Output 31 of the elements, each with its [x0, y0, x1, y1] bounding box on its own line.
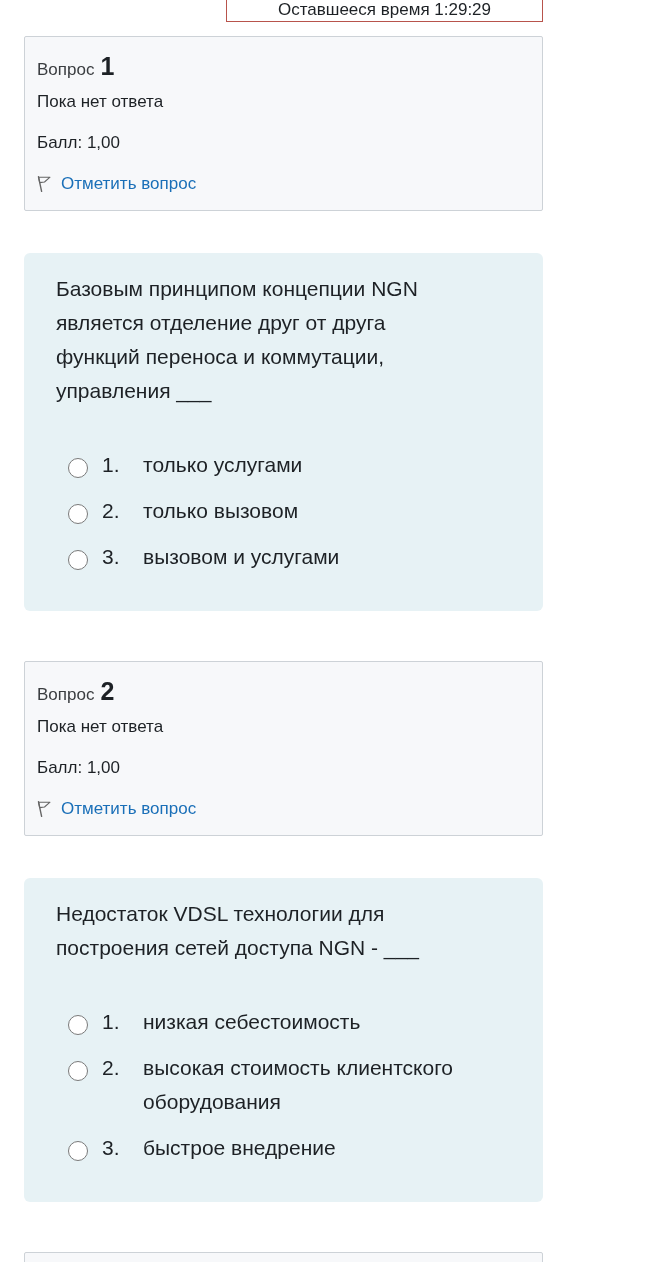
flag-question-link[interactable]: Отметить вопрос [37, 797, 197, 821]
radio-button[interactable] [68, 458, 88, 478]
answer-status: Пока нет ответа [37, 92, 164, 111]
answer-number: 2. [102, 1055, 121, 1081]
answer-text: быстрое внедрение [143, 1135, 337, 1161]
radio-button[interactable] [68, 1141, 88, 1161]
answer-status: Пока нет ответа [37, 717, 164, 736]
answer-number: 2. [102, 498, 121, 524]
grade-text: Балл: 1,00 [37, 758, 120, 777]
answer-text: вызовом и услугами [143, 544, 341, 570]
answer-number: 3. [102, 1135, 121, 1161]
question-number: 1 [100, 52, 115, 80]
answer-number: 3. [102, 544, 121, 570]
question-text: Базовым принципом концепции NGN является отделение друг от друга функций переноса и коммутации, управления ___ [56, 276, 419, 405]
answer-text: высокая стоимость клиентского оборудования [143, 1055, 455, 1115]
radio-button[interactable] [68, 504, 88, 524]
question-label: Вопрос [37, 685, 95, 704]
radio-button[interactable] [68, 550, 88, 570]
answer-number: 1. [102, 1009, 121, 1035]
question-number: 2 [100, 677, 115, 705]
radio-button[interactable] [68, 1061, 88, 1081]
answer-number: 1. [102, 452, 121, 478]
countdown-timer: Оставшееся время 1:29:29 [226, 0, 543, 22]
answer-text: только вызовом [143, 498, 300, 524]
answer-text: только услугами [143, 452, 304, 478]
radio-button[interactable] [68, 1015, 88, 1035]
answer-text: низкая себестоимость [143, 1009, 362, 1035]
grade-text: Балл: 1,00 [37, 133, 120, 152]
question-text: Недостаток VDSL технологии для построения сетей доступа NGN - ___ [56, 901, 421, 962]
flag-question-link[interactable]: Отметить вопрос [37, 172, 197, 196]
question-label: Вопрос [37, 60, 95, 79]
